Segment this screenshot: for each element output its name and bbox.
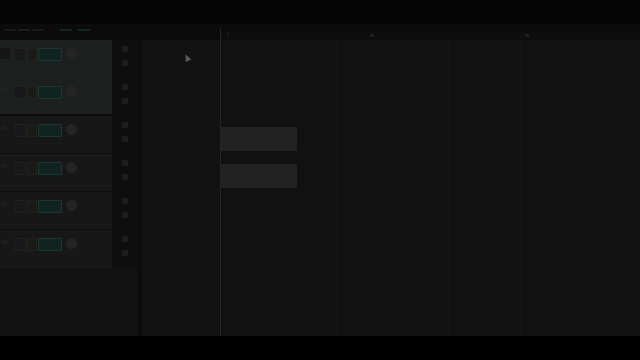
clip-header bbox=[220, 119, 290, 125]
pan-knob[interactable] bbox=[66, 200, 77, 211]
pan-knob[interactable] bbox=[66, 124, 77, 135]
toolbar-button[interactable] bbox=[60, 29, 72, 31]
meter-indicator bbox=[122, 60, 128, 66]
lock-button[interactable] bbox=[27, 124, 37, 137]
record-arm-button[interactable] bbox=[38, 124, 62, 137]
solo-button[interactable] bbox=[14, 200, 26, 213]
record-arm-button[interactable] bbox=[38, 86, 62, 99]
record-arm-button[interactable] bbox=[38, 238, 62, 251]
lock-button[interactable] bbox=[27, 86, 37, 99]
toolbar-button[interactable] bbox=[18, 29, 30, 31]
pan-knob[interactable] bbox=[66, 48, 77, 59]
ruler-marker bbox=[370, 34, 374, 37]
meter-indicator bbox=[122, 198, 128, 204]
lock-button[interactable] bbox=[27, 162, 37, 175]
pan-knob[interactable] bbox=[66, 162, 77, 173]
timeline-ruler[interactable] bbox=[220, 32, 640, 40]
meter-indicator bbox=[122, 46, 128, 52]
empty-area bbox=[142, 40, 220, 336]
ruler-marker bbox=[525, 34, 529, 37]
meter-indicator bbox=[122, 160, 128, 166]
timeline-area[interactable] bbox=[220, 40, 640, 336]
pan-knob[interactable] bbox=[66, 238, 77, 249]
meter-indicator bbox=[122, 212, 128, 218]
track-header[interactable]: dx bbox=[0, 230, 112, 268]
meter-indicator bbox=[122, 98, 128, 104]
solo-button[interactable] bbox=[14, 162, 26, 175]
record-arm-button[interactable] bbox=[38, 200, 62, 213]
level-meter-column bbox=[112, 40, 138, 268]
pan-knob[interactable] bbox=[66, 86, 77, 97]
meter-indicator bbox=[122, 250, 128, 256]
track-name: m bbox=[1, 201, 7, 208]
track-name: dx bbox=[1, 239, 9, 246]
record-arm-button[interactable] bbox=[38, 48, 62, 61]
grid-line bbox=[448, 40, 449, 336]
solo-button[interactable] bbox=[14, 48, 26, 61]
toolbar-button[interactable] bbox=[4, 29, 16, 31]
track-header[interactable]: m bbox=[0, 116, 112, 154]
meter-indicator bbox=[122, 136, 128, 142]
bottom-bar bbox=[0, 336, 640, 360]
solo-button[interactable] bbox=[14, 86, 26, 99]
track-list: m dx m m m dx bbox=[0, 40, 112, 268]
track-name: m bbox=[1, 125, 7, 132]
track-header[interactable]: m bbox=[0, 192, 112, 230]
track-header[interactable]: m bbox=[0, 154, 112, 192]
solo-button[interactable] bbox=[14, 124, 26, 137]
meter-indicator bbox=[122, 236, 128, 242]
meter-indicator bbox=[122, 122, 128, 128]
record-arm-button[interactable] bbox=[38, 162, 62, 175]
track-header[interactable]: dx bbox=[0, 78, 112, 116]
lock-button[interactable] bbox=[27, 200, 37, 213]
toolbar-button[interactable] bbox=[32, 29, 44, 31]
meter-indicator bbox=[122, 84, 128, 90]
toolbar-button[interactable] bbox=[78, 29, 90, 31]
meter-indicator bbox=[122, 174, 128, 180]
track-name: m bbox=[1, 163, 7, 170]
mute-button[interactable] bbox=[0, 48, 10, 59]
top-bar bbox=[0, 0, 640, 24]
grid-line bbox=[336, 40, 337, 336]
lock-button[interactable] bbox=[27, 238, 37, 251]
audio-clip[interactable] bbox=[220, 127, 297, 151]
clip-header bbox=[220, 156, 290, 162]
solo-button[interactable] bbox=[14, 238, 26, 251]
ruler-label: 1 bbox=[226, 31, 230, 38]
track-name: dx bbox=[1, 87, 9, 94]
lock-button[interactable] bbox=[27, 48, 37, 61]
playhead[interactable] bbox=[220, 28, 221, 336]
grid-line bbox=[520, 40, 521, 336]
audio-clip[interactable] bbox=[220, 164, 297, 188]
